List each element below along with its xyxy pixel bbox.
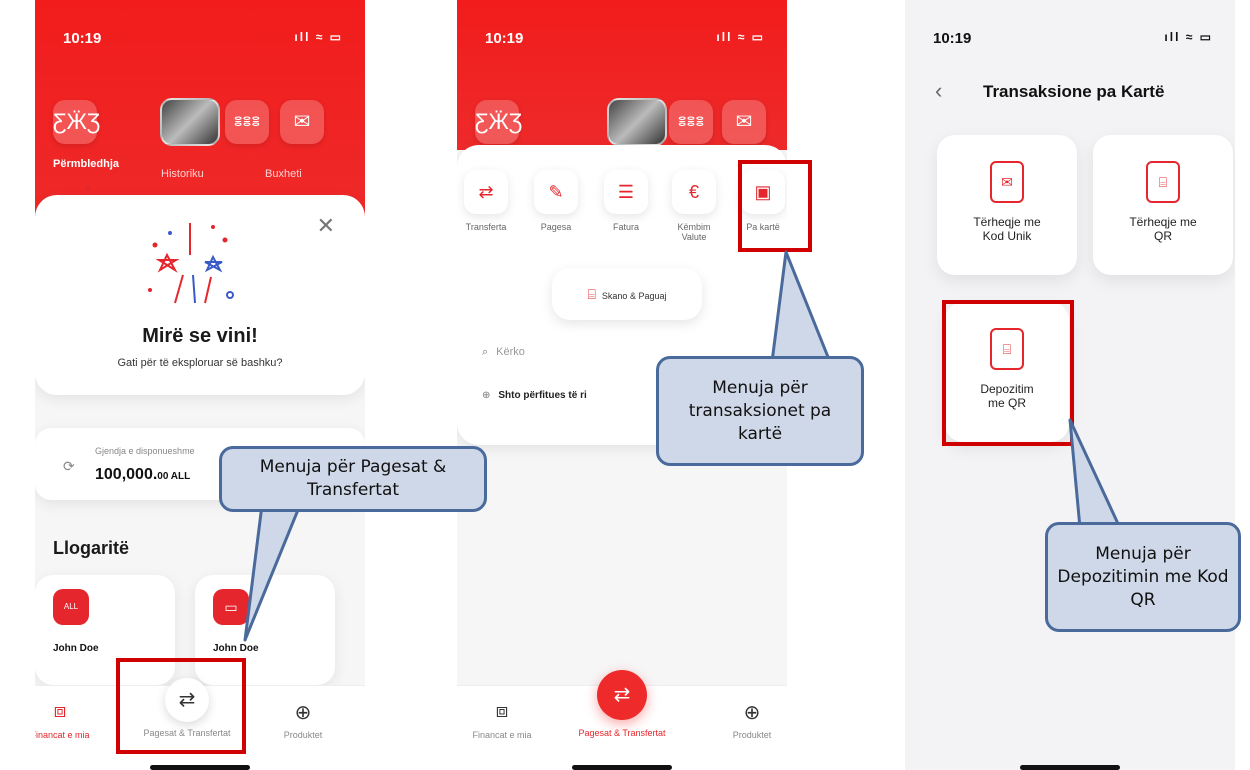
status-bar: 10:19 ıll ≈ ▭ (457, 0, 787, 60)
nav-label: Financat e mia (35, 730, 90, 740)
tile-label: Tërheqje me QR (1129, 215, 1197, 243)
status-bar: 10:19 ıll ≈ ▭ (35, 0, 365, 60)
status-signal-icon: ıll ≈ ▭ (716, 30, 765, 44)
mail-icon[interactable]: ✉ (280, 100, 324, 144)
plus-icon: ⊕ (482, 390, 491, 401)
service-label: Transferta (465, 222, 507, 232)
tab-overview[interactable]: Përmbledhja (53, 158, 119, 170)
callout-no-card: Menuja për transaksionet pa kartë (656, 356, 864, 466)
service-invoice[interactable]: ☰ Fatura (597, 170, 655, 232)
transfer-icon: ⇄ (597, 670, 647, 720)
nav-label: Pagesat & Transfertat (578, 728, 666, 738)
tile-label: Tërheqje me Kod Unik (973, 215, 1041, 243)
butterfly-icon[interactable]: ƸӜƷ (53, 100, 100, 144)
nav-financat[interactable]: ⧈ Financat e mia (457, 700, 557, 740)
service-transfer[interactable]: ⇄ Transferta (457, 170, 515, 232)
nav-label: Financat e mia (472, 730, 532, 740)
avatar[interactable] (607, 98, 667, 146)
avatar[interactable] (160, 98, 220, 146)
balance-integer: 100,000. (95, 466, 158, 483)
mail-icon[interactable]: ✉ (722, 100, 766, 144)
service-payment[interactable]: ✎ Pagesa (527, 170, 585, 232)
page-title: Transaksione pa Kartë (983, 82, 1165, 101)
bottom-nav: ⧈ Financat e mia ⇄ Pagesat & Transfertat ⊕… (457, 670, 787, 770)
callout-deposit-qr: Menuja për Depozitimin me Kod QR (1045, 522, 1241, 632)
status-time: 10:19 (63, 30, 102, 47)
highlight-box-no-card (738, 160, 812, 252)
service-label: Fatura (612, 222, 639, 232)
nav-produktet[interactable]: ⊕ Produktet (697, 700, 787, 740)
welcome-card: ✕ Mirë se vini! Gati për të eksploruar s… (35, 195, 365, 395)
tab-indicator (85, 186, 90, 191)
tab-history[interactable]: Historiku (161, 168, 204, 180)
wallet-icon: ALL (53, 589, 89, 625)
service-label: Këmbim Valute (677, 222, 711, 242)
status-time: 10:19 (485, 30, 524, 47)
highlight-box-deposit (942, 300, 1074, 446)
refresh-icon[interactable]: ⟳ (63, 458, 75, 475)
account-name: John Doe (53, 643, 99, 654)
home-indicator (150, 765, 250, 770)
exchange-icon: € (672, 170, 716, 214)
back-chevron-icon[interactable]: ‹ (935, 78, 942, 104)
plus-icon: ⊕ (743, 702, 761, 724)
qr-scan-icon: ⌸ (587, 286, 596, 302)
briefcase-icon: ⧈ (495, 700, 509, 722)
nav-financat[interactable]: ⧈ Financat e mia (35, 700, 115, 740)
nav-pagesat[interactable]: ⇄ Pagesat & Transfertat (567, 670, 677, 738)
welcome-title: Mirë se vini! (142, 325, 258, 347)
status-bar: 10:19 ıll ≈ ▭ (905, 0, 1235, 60)
mail-icon: ✉ (990, 161, 1024, 203)
scan-pay-button[interactable]: ⌸ Skano & Paguaj (552, 268, 702, 320)
status-time: 10:19 (933, 30, 972, 47)
invoice-icon: ☰ (604, 170, 648, 214)
balance-decimals: 00 ALL (157, 471, 191, 482)
home-indicator (572, 765, 672, 770)
nav-produktet[interactable]: ⊕ Produktet (248, 700, 358, 740)
qr-icon: ⌸ (1146, 161, 1180, 203)
status-signal-icon: ıll ≈ ▭ (294, 30, 343, 44)
highlight-box-payments (116, 658, 246, 754)
transfer-icon: ⇄ (464, 170, 508, 214)
home-indicator (1020, 765, 1120, 770)
balance-value: 100,000.00 ALL (95, 466, 190, 484)
accounts-title: Llogaritë (53, 538, 130, 558)
briefcase-icon: ⧈ (53, 700, 67, 722)
group-icon[interactable]: ⴻⴻⴻ (669, 100, 713, 144)
search-placeholder: Kërko (496, 346, 525, 358)
balance-label: Gjendja e disponueshme (95, 446, 195, 456)
account-name: John Doe (213, 643, 259, 654)
group-icon[interactable]: ⴻⴻⴻ (225, 100, 269, 144)
tab-budget[interactable]: Buxheti (265, 168, 302, 180)
add-beneficiary-button[interactable]: ⊕ Shto përfitues të ri (482, 390, 587, 401)
tile-withdraw-qr[interactable]: ⌸ Tërheqje me QR (1093, 135, 1233, 275)
plus-icon: ⊕ (294, 702, 312, 724)
phone-screen-overview: 10:19 ıll ≈ ▭ ƸӜƷ ⴻⴻⴻ ✉ Përmbledhja Hist… (35, 0, 365, 770)
status-signal-icon: ıll ≈ ▭ (1164, 30, 1213, 44)
nav-label: Produktet (732, 730, 772, 740)
search-icon: ⌕ (482, 346, 489, 358)
add-beneficiary-label: Shto përfitues të ri (498, 390, 587, 401)
fireworks-illustration (148, 223, 234, 304)
callout-payments: Menuja për Pagesat & Transfertat (219, 446, 487, 512)
scan-pay-label: Skano & Paguaj (601, 291, 667, 301)
payment-icon: ✎ (534, 170, 578, 214)
butterfly-icon[interactable]: ƸӜƷ (475, 100, 522, 144)
service-exchange[interactable]: € Këmbim Valute (665, 170, 723, 242)
service-label: Pagesa (540, 222, 572, 232)
nav-label: Produktet (283, 730, 323, 740)
search-input[interactable]: ⌕ Kërko (482, 346, 525, 359)
close-icon[interactable]: ✕ (317, 213, 335, 239)
tile-withdraw-code[interactable]: ✉ Tërheqje me Kod Unik (937, 135, 1077, 275)
wallet-icon: ▭ (213, 589, 249, 625)
welcome-subtitle: Gati për të eksploruar së bashku? (117, 357, 283, 369)
